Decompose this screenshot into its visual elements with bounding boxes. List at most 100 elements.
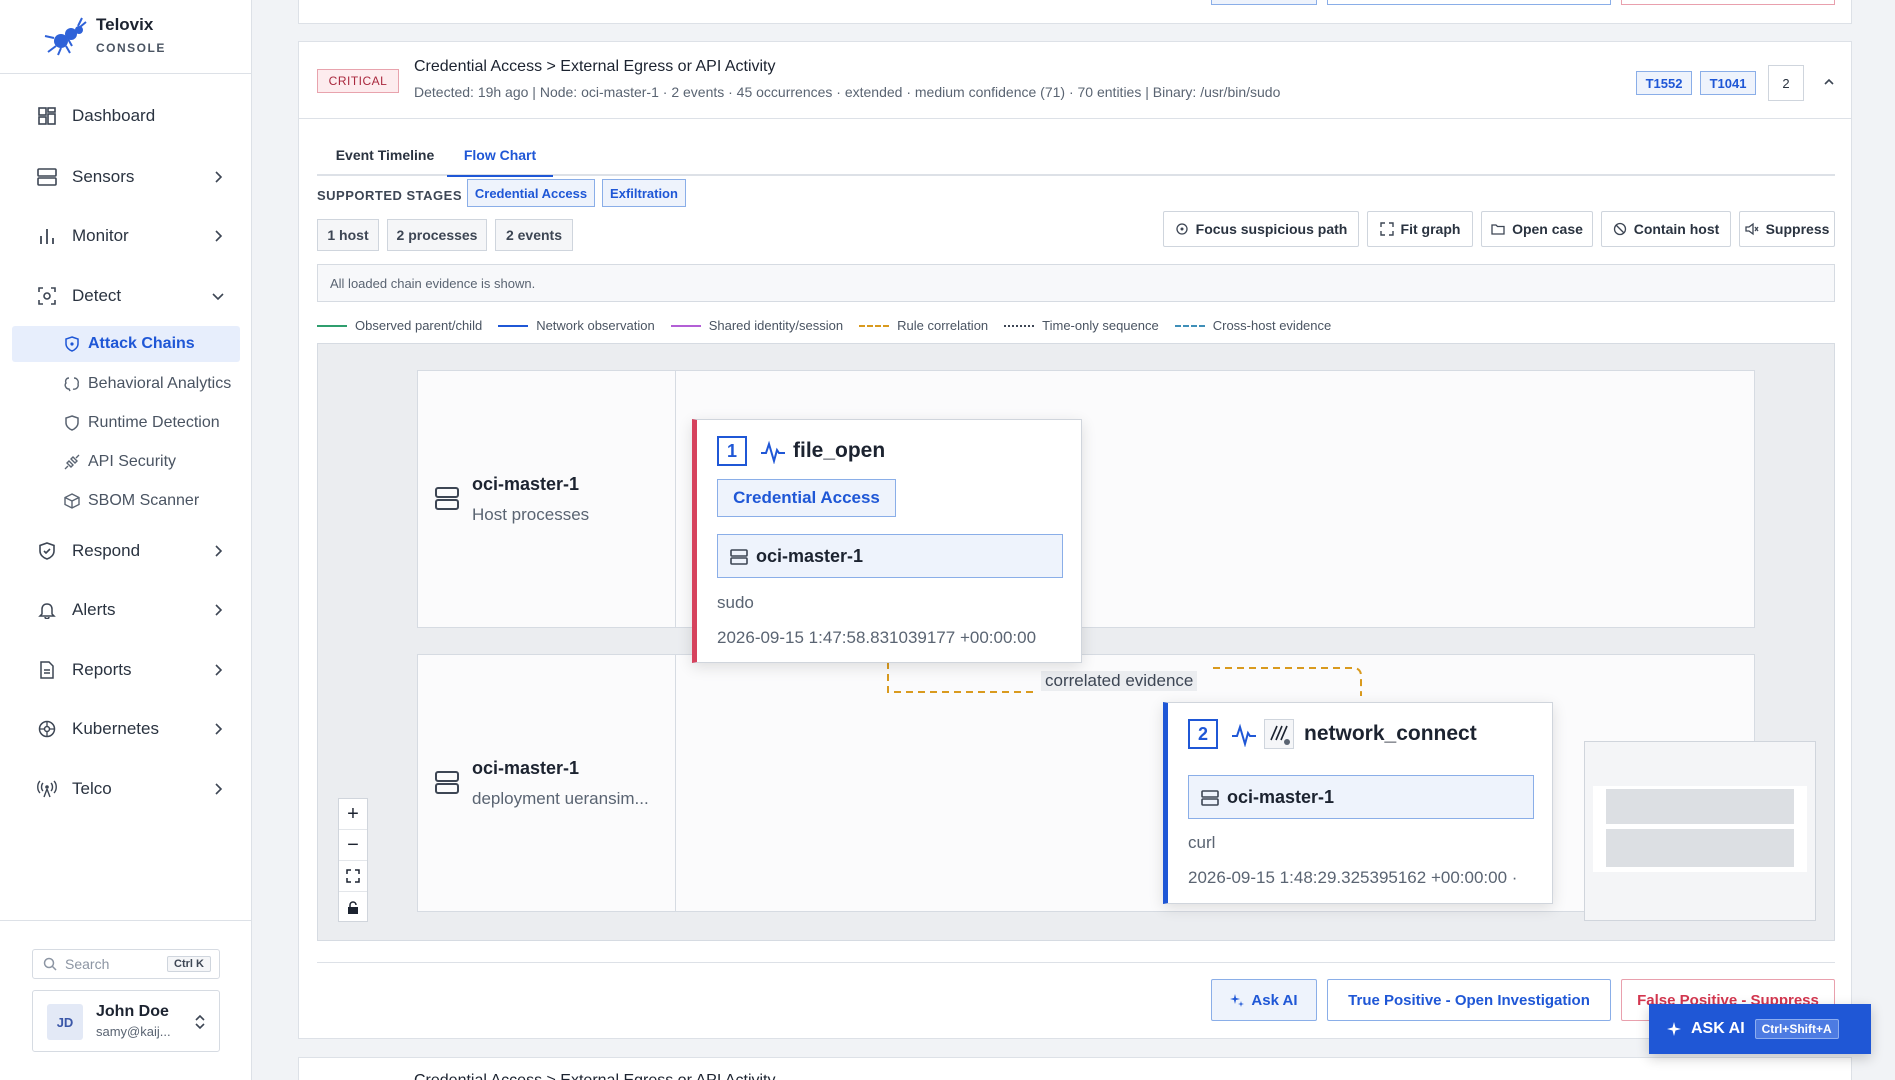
user-menu[interactable]: JD John Doe samy@kaij... bbox=[32, 990, 220, 1052]
stage-chip[interactable]: Credential Access bbox=[467, 179, 595, 207]
nav-dashboard[interactable]: Dashboard bbox=[36, 101, 232, 131]
ask-ai-shortcut: Ctrl+Shift+A bbox=[1754, 1019, 1839, 1039]
supported-stages-label: SUPPORTED STAGES bbox=[317, 188, 463, 203]
open-case-button[interactable]: Open case bbox=[1481, 211, 1593, 247]
button-label: Focus suspicious path bbox=[1195, 221, 1348, 237]
legend-item: Observed parent/child bbox=[317, 318, 482, 333]
dashboard-icon bbox=[36, 105, 58, 127]
fit-view-button[interactable] bbox=[339, 861, 367, 892]
next-alert-card[interactable]: Credential Access > External Egress or A… bbox=[298, 1057, 1852, 1080]
legend-line bbox=[670, 324, 701, 327]
package-icon bbox=[64, 493, 80, 509]
flow-chart-canvas[interactable]: oci-master-1 Host processes oci-master-1… bbox=[317, 343, 1835, 941]
minimap-lane bbox=[1606, 789, 1794, 824]
stage-chip[interactable]: Exfiltration bbox=[602, 179, 686, 207]
technique-badge[interactable]: T1041 bbox=[1700, 71, 1756, 95]
sidebar-item-behavioral-analytics[interactable]: Behavioral Analytics bbox=[12, 366, 240, 402]
lock-button[interactable] bbox=[339, 892, 367, 923]
node-host-chip: oci-master-1 bbox=[1188, 775, 1534, 819]
shield-icon bbox=[65, 336, 79, 352]
previous-ask-ai-button[interactable] bbox=[1211, 0, 1317, 5]
brain-icon bbox=[64, 377, 79, 392]
node-title: network_connect bbox=[1304, 722, 1477, 745]
node-process: curl bbox=[1188, 833, 1216, 852]
ask-ai-button[interactable]: Ask AI bbox=[1211, 979, 1317, 1021]
legend-line bbox=[859, 324, 890, 327]
technique-badge[interactable]: T1552 bbox=[1636, 71, 1692, 95]
chevron-right-icon bbox=[215, 171, 223, 183]
sidebar-item-sbom-scanner[interactable]: SBOM Scanner bbox=[12, 483, 240, 519]
alert-title[interactable]: Credential Access > External Egress or A… bbox=[414, 58, 776, 76]
detail-tabs: Event Timeline Flow Chart bbox=[317, 134, 1835, 177]
previous-true-positive-button[interactable] bbox=[1327, 0, 1611, 5]
mute-icon bbox=[1744, 222, 1759, 236]
nav-sensors[interactable]: Sensors bbox=[36, 162, 232, 192]
legend-line bbox=[498, 324, 529, 327]
alert-card: CRITICAL Credential Access > External Eg… bbox=[298, 41, 1852, 1039]
tab-event-timeline[interactable]: Event Timeline bbox=[329, 134, 441, 176]
nav-alerts[interactable]: Alerts bbox=[36, 595, 232, 625]
activity-icon bbox=[1232, 723, 1256, 747]
node-step-number: 2 bbox=[1188, 719, 1218, 749]
server-icon bbox=[1201, 790, 1219, 806]
legend-label: Cross-host evidence bbox=[1212, 318, 1332, 333]
nav-reports-label: Reports bbox=[72, 660, 132, 679]
sidebar-item-api-security[interactable]: API Security bbox=[12, 444, 240, 480]
search-icon bbox=[43, 957, 57, 971]
brand[interactable]: Telovix CONSOLE bbox=[42, 14, 166, 56]
sparkle-icon bbox=[1230, 994, 1245, 1007]
legend-label: Observed parent/child bbox=[355, 318, 483, 333]
tab-flow-chart[interactable]: Flow Chart bbox=[447, 134, 553, 177]
suppress-button[interactable]: Suppress bbox=[1739, 211, 1835, 247]
nav-respond-label: Respond bbox=[72, 541, 141, 560]
sidebar-item-runtime-detection[interactable]: Runtime Detection bbox=[12, 405, 240, 441]
focus-suspicious-path-button[interactable]: Focus suspicious path bbox=[1163, 211, 1359, 247]
ask-ai-label: ASK AI bbox=[1691, 1020, 1745, 1037]
nav-kubernetes[interactable]: Kubernetes bbox=[36, 714, 232, 744]
node-timestamp: 2026-09-15 1:48:29.325395162 +00:00:00 · bbox=[1188, 868, 1518, 887]
button-label: Fit graph bbox=[1400, 221, 1461, 237]
chevron-right-icon bbox=[215, 230, 223, 242]
legend-item: Time-only sequence bbox=[1004, 318, 1159, 333]
event-node-network-connect[interactable]: 2 network_connect oci-master-1 curl 2026… bbox=[1163, 702, 1553, 904]
node-stage-chip: Credential Access bbox=[717, 479, 896, 517]
search-shortcut: Ctrl K bbox=[167, 956, 211, 972]
collapse-chevron-up-icon[interactable] bbox=[1822, 75, 1836, 89]
legend-line bbox=[317, 324, 347, 327]
contain-host-button[interactable]: Contain host bbox=[1601, 211, 1731, 247]
event-node-file-open[interactable]: 1 file_open Credential Access oci-master… bbox=[692, 419, 1082, 663]
process-count: 2 processes bbox=[387, 219, 487, 251]
legend-label: Time-only sequence bbox=[1042, 318, 1159, 333]
zoom-in-button[interactable]: + bbox=[339, 799, 367, 830]
nav-reports[interactable]: Reports bbox=[36, 655, 232, 685]
sidebar-search[interactable]: Search Ctrl K bbox=[32, 949, 220, 979]
footer-divider bbox=[317, 962, 1835, 963]
nav-telco[interactable]: Telco bbox=[36, 774, 232, 804]
node-host-name: oci-master-1 bbox=[1227, 786, 1335, 807]
node-step-number: 1 bbox=[717, 436, 747, 466]
nav-monitor[interactable]: Monitor bbox=[36, 221, 232, 251]
node-title: file_open bbox=[793, 439, 886, 462]
user-email: samy@kaij... bbox=[96, 1024, 171, 1039]
node-timestamp: 2026-09-15 1:47:58.831039177 +00:00:00 bbox=[717, 628, 1037, 647]
graph-minimap[interactable] bbox=[1584, 741, 1816, 921]
button-label: Suppress bbox=[1765, 221, 1830, 237]
floating-ask-ai-button[interactable]: ASK AI Ctrl+Shift+A bbox=[1649, 1004, 1871, 1054]
folder-icon bbox=[1491, 224, 1505, 235]
event-count: 2 events bbox=[495, 219, 573, 251]
true-positive-button[interactable]: True Positive - Open Investigation bbox=[1327, 979, 1611, 1021]
nav-alerts-label: Alerts bbox=[72, 600, 116, 619]
previous-false-positive-button[interactable] bbox=[1621, 0, 1835, 5]
sidebar-item-label: Runtime Detection bbox=[88, 414, 220, 431]
antenna-icon bbox=[36, 778, 58, 800]
zoom-out-button[interactable]: − bbox=[339, 830, 367, 861]
legend-item: Cross-host evidence bbox=[1174, 318, 1332, 333]
server-icon bbox=[36, 166, 58, 188]
node-host-chip: oci-master-1 bbox=[717, 534, 1063, 578]
severity-badge: CRITICAL bbox=[317, 69, 399, 93]
fit-graph-button[interactable]: Fit graph bbox=[1367, 211, 1473, 247]
nav-detect[interactable]: Detect bbox=[36, 281, 232, 311]
sidebar-item-attack-chains[interactable]: Attack Chains bbox=[12, 326, 240, 362]
nav-detect-label: Detect bbox=[72, 286, 122, 305]
nav-respond[interactable]: Respond bbox=[36, 536, 232, 566]
